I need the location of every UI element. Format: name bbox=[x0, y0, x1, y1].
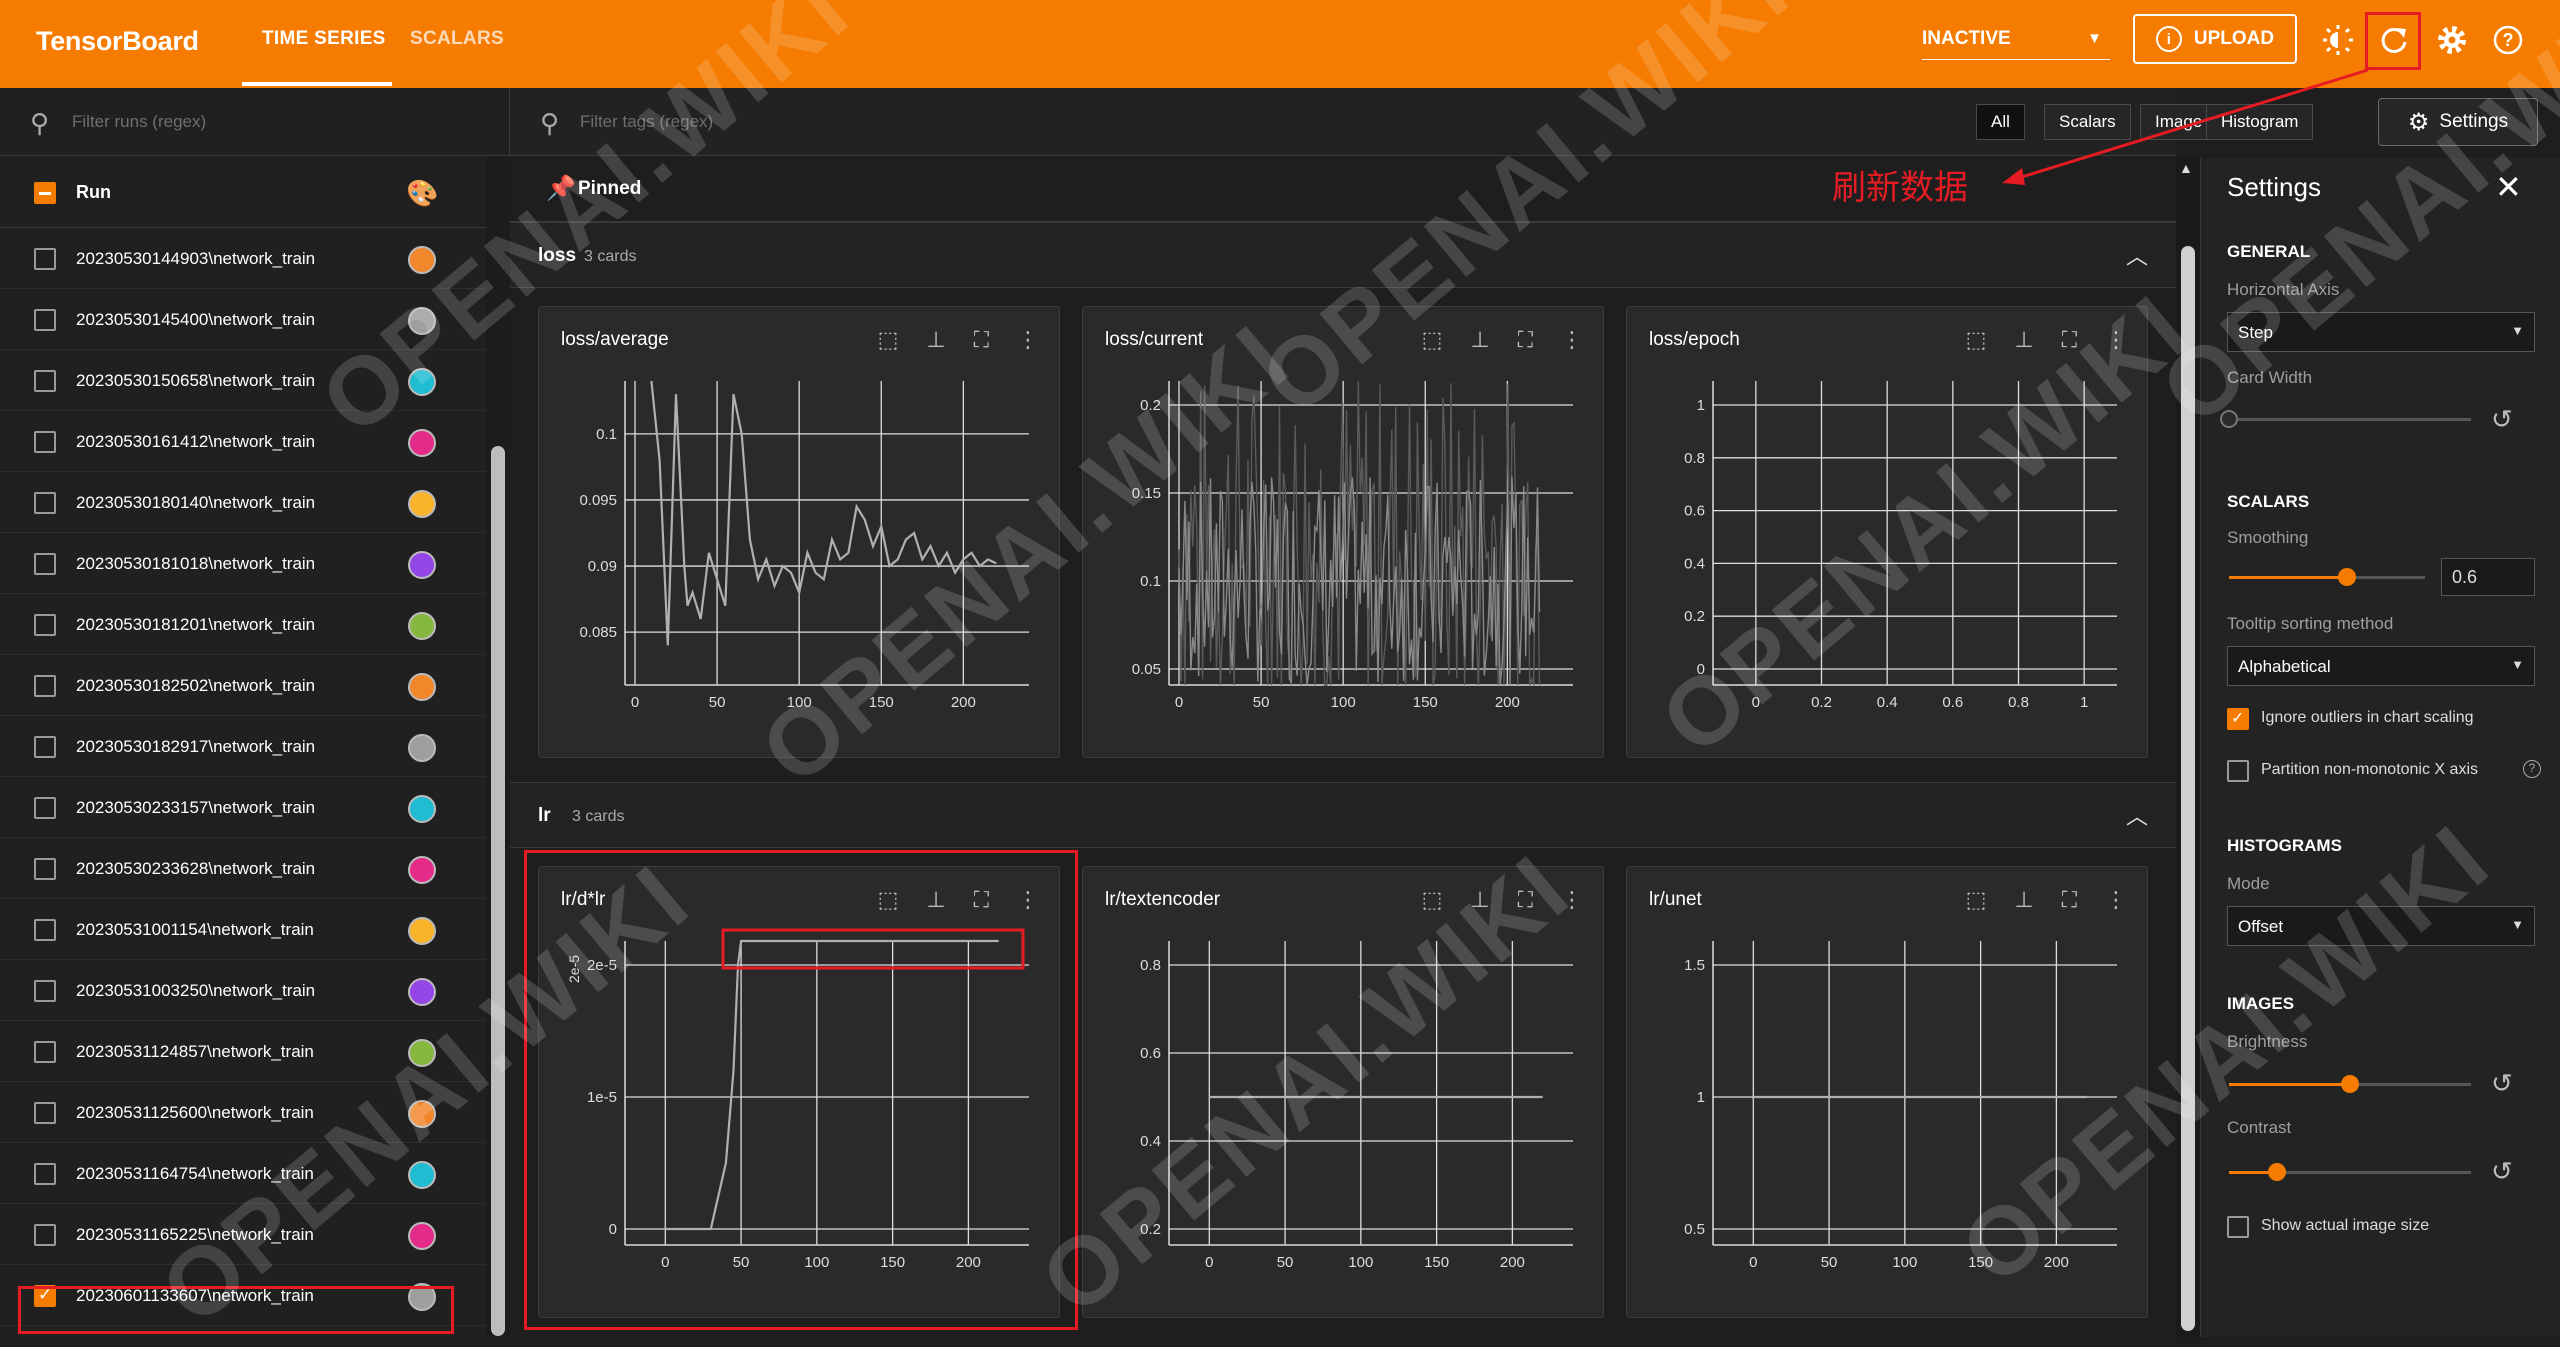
annotation-arrow bbox=[2002, 68, 2369, 185]
